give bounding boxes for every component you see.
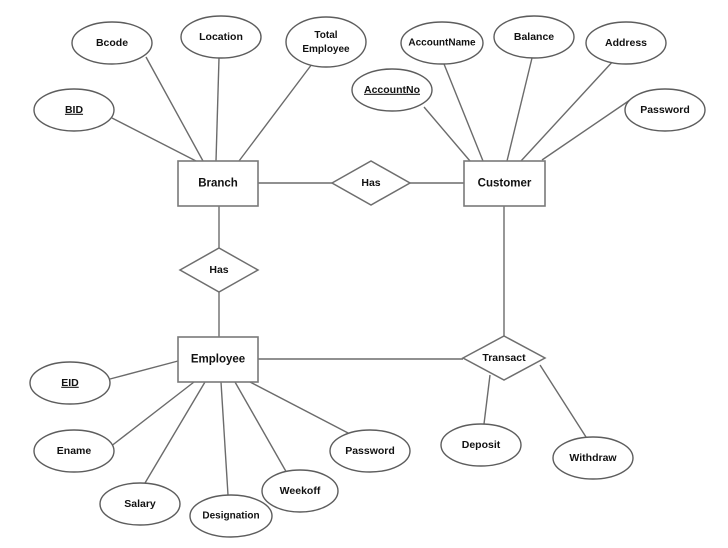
relationship-label: Has [209, 264, 228, 276]
attribute-cust_password[interactable]: Password [624, 88, 706, 132]
attribute-emp_password[interactable]: Password [329, 429, 411, 473]
attribute-address[interactable]: Address [585, 21, 667, 65]
connector-line [541, 99, 631, 161]
entity-label: Customer [478, 178, 532, 190]
connector-line [539, 364, 587, 438]
relationship-label: Has [361, 177, 380, 189]
attribute-bid[interactable]: BID [33, 88, 115, 132]
entity-employee[interactable]: Employee [177, 336, 259, 383]
connector-line [443, 63, 484, 162]
relationship-label: Transact [482, 352, 526, 364]
attribute-weekoff[interactable]: Weekoff [261, 469, 339, 513]
attribute-label: Password [345, 445, 395, 457]
attribute-label: BID [65, 104, 84, 116]
attribute-location[interactable]: Location [180, 15, 262, 59]
attribute-designation[interactable]: Designation [189, 494, 273, 538]
connector-line [483, 374, 491, 425]
relationship-has_branch_customer[interactable]: Has [330, 160, 412, 206]
connector-line [238, 63, 313, 162]
attribute-label: Location [199, 31, 243, 43]
connector-line [249, 381, 351, 435]
attribute-accountname[interactable]: AccountName [400, 21, 484, 65]
attribute-salary[interactable]: Salary [99, 482, 181, 526]
connector-line [520, 58, 616, 162]
attribute-balance[interactable]: Balance [493, 15, 575, 59]
connector-line [109, 381, 195, 448]
entity-branch[interactable]: Branch [177, 160, 259, 207]
connector-line [506, 57, 533, 162]
connector-line [215, 57, 220, 162]
connector-line [220, 381, 229, 496]
attribute-deposit[interactable]: Deposit [440, 423, 522, 467]
attribute-label: Salary [124, 498, 156, 510]
attributes-layer: Bcode BID Location Total Employee AccountName… [29, 15, 706, 538]
connector-line [234, 381, 289, 476]
attribute-ename[interactable]: Ename [33, 429, 115, 473]
attribute-label: Deposit [462, 439, 501, 451]
attribute-label: Password [640, 104, 690, 116]
attribute-label: Withdraw [569, 452, 617, 464]
entity-customer[interactable]: Customer [463, 160, 546, 207]
er-diagram-canvas: Bcode BID Location Total Employee AccountName… [0, 0, 728, 548]
connector-line [423, 106, 471, 162]
attribute-withdraw[interactable]: Withdraw [552, 436, 634, 480]
relationship-transact[interactable]: Transact [461, 335, 547, 381]
entity-label: Employee [191, 354, 245, 366]
attribute-label: Balance [514, 31, 554, 43]
attribute-label: AccountNo [364, 84, 420, 96]
entity-label: Branch [198, 178, 238, 190]
attribute-label: Ename [57, 445, 92, 457]
connector-line [145, 56, 204, 162]
attribute-label: Bcode [96, 37, 128, 49]
attribute-total_employee[interactable]: Total Employee [285, 16, 367, 68]
connector-line [109, 360, 179, 380]
attribute-label: Address [605, 37, 647, 49]
attribute-label: AccountName [408, 38, 476, 49]
attribute-ellipse [285, 16, 367, 68]
attribute-eid[interactable]: EID [29, 361, 111, 405]
er-diagram-svg: Bcode BID Location Total Employee AccountName… [29, 15, 706, 538]
relationship-has_branch_employee[interactable]: Has [178, 247, 260, 293]
attribute-label: EID [61, 377, 79, 389]
attribute-label: Designation [202, 511, 259, 522]
attribute-accountno[interactable]: AccountNo [351, 68, 433, 112]
attribute-bcode[interactable]: Bcode [71, 21, 153, 65]
attribute-label: Weekoff [280, 485, 321, 497]
